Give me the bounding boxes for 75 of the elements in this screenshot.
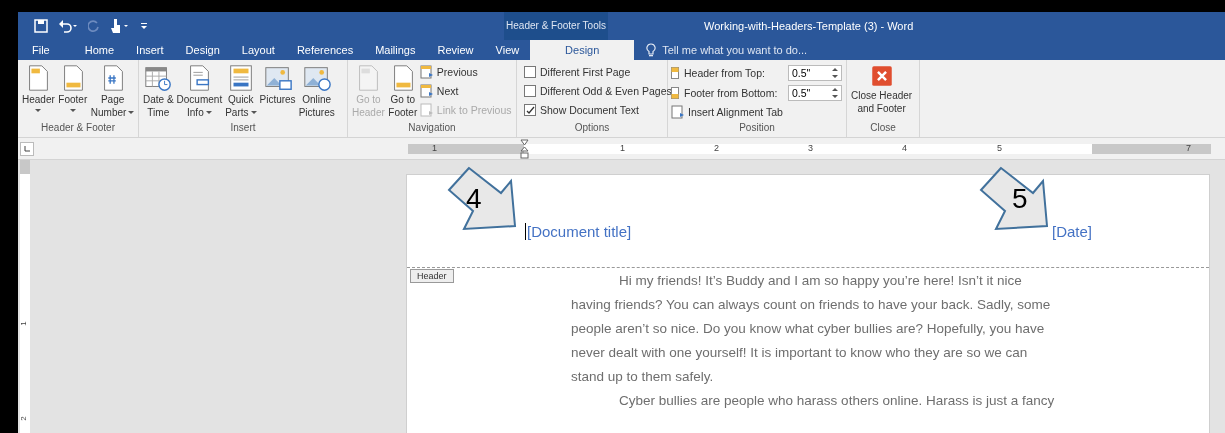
callout-number: 4	[466, 183, 482, 215]
group-label: Options	[573, 122, 611, 135]
ribbon-button[interactable]: Close Header and Footer	[850, 63, 914, 122]
body-text-line: never dealt with one yourself! It is important to know who they are so we can	[571, 344, 1029, 362]
ruler-number: 1	[432, 142, 437, 154]
indent-marker[interactable]	[520, 138, 529, 161]
ruler-number: 3	[808, 142, 813, 154]
lightbulb-icon	[646, 43, 657, 57]
group-label: Navigation	[407, 122, 457, 135]
context-tab-group: Header & Footer Tools	[504, 12, 608, 40]
ribbon-tab[interactable]: View	[484, 40, 531, 60]
undo-icon[interactable]	[58, 19, 78, 33]
group-label: Header & Footer	[40, 122, 116, 135]
body-text-line: Hi my friends! It’s Buddy and I am so happy you’re here! Isn’t it nice	[618, 272, 1023, 290]
ribbon-tab[interactable]: Review	[426, 40, 485, 60]
ribbon-button[interactable]: Document Info	[175, 63, 224, 122]
margin-icon	[671, 86, 681, 99]
callout-arrow	[979, 166, 1049, 231]
spinner-arrows-icon	[832, 66, 838, 79]
ribbon-button[interactable]: Insert Alignment Tab	[671, 104, 842, 120]
option-checkbox[interactable]: Different Odd & Even Pages	[520, 83, 672, 99]
date-placeholder[interactable]: [Date]	[1051, 223, 1092, 240]
ribbon-button[interactable]: Online Pictures	[297, 63, 336, 122]
tab-stop-icon	[23, 144, 31, 153]
redo-icon	[88, 19, 100, 33]
spinner-arrows-icon	[832, 86, 838, 99]
ruler-number: 1	[620, 142, 625, 154]
ruler-number: 5	[997, 142, 1002, 154]
margin-icon	[671, 66, 681, 79]
tell-me-field[interactable]: Tell me what you want to do...	[634, 40, 808, 60]
ribbon-button[interactable]: Quick Parts	[224, 63, 258, 122]
spin-field[interactable]: 0.5"	[788, 84, 842, 101]
group-label: Position	[738, 122, 776, 135]
header-tag: Header	[410, 269, 454, 283]
ribbon-button[interactable]: Date & Time	[142, 63, 175, 122]
ribbon-button[interactable]: Previous	[419, 64, 512, 80]
ribbon-tab[interactable]: Layout	[230, 40, 286, 60]
group-label: Close	[869, 122, 897, 135]
checkmark-icon	[525, 105, 535, 115]
ribbon-tab[interactable]: Design	[174, 40, 231, 60]
ruler-number: 7	[1186, 142, 1191, 154]
ribbon-tab[interactable]: References	[285, 40, 365, 60]
ruler-number: 1	[18, 321, 28, 326]
body-text-line: people aren’t so nice. Do you know what cyber bullies are? Hopefully, you have	[571, 320, 1046, 338]
ribbon-button[interactable]: Page Number	[89, 63, 136, 122]
ribbon-tab[interactable]: Home	[73, 40, 126, 60]
option-checkbox[interactable]: Different First Page	[520, 64, 672, 80]
option-checkbox[interactable]: Show Document Text	[520, 102, 672, 118]
customize-icon[interactable]	[140, 21, 148, 31]
save-icon[interactable]	[34, 19, 48, 33]
spin-field[interactable]: 0.5"	[788, 64, 842, 81]
ribbon-button[interactable]: Footer	[56, 63, 89, 122]
document-title-placeholder[interactable]: [Document title]	[525, 223, 632, 240]
ribbon-button[interactable]: Go to Footer	[386, 63, 419, 122]
callout-number: 5	[1012, 183, 1028, 215]
body-text-line: having friends? You can always count on friends to have your back. Sadly, some	[571, 296, 1052, 314]
ribbon-button[interactable]: Next	[419, 83, 512, 99]
body-text-line: Cyber bullies are people who harass others online. Harass is just a fancy	[618, 392, 1056, 410]
callout-arrow	[447, 166, 517, 231]
tab-selector[interactable]	[20, 141, 34, 156]
spin-label: Header from Top:	[684, 66, 766, 79]
ribbon-tab[interactable]: Design	[530, 40, 635, 60]
group-label: Insert	[229, 122, 257, 135]
ruler-number: 2	[18, 416, 28, 421]
spin-label: Footer from Bottom:	[684, 86, 779, 99]
ribbon-button[interactable]: Pictures	[258, 63, 297, 122]
ruler-number: 4	[902, 142, 907, 154]
body-text-line: stand up to them safely.	[571, 368, 715, 386]
ribbon-tab[interactable]: File	[18, 40, 64, 60]
ruler-number: 2	[714, 142, 719, 154]
touch-mode-icon[interactable]	[110, 18, 130, 34]
ribbon-tab[interactable]: Mailings	[364, 40, 427, 60]
ribbon-tab[interactable]: Insert	[125, 40, 175, 60]
window-title: Working-with-Headers-Template (3) - Word	[704, 20, 914, 32]
ribbon-button[interactable]: Header	[21, 63, 56, 122]
